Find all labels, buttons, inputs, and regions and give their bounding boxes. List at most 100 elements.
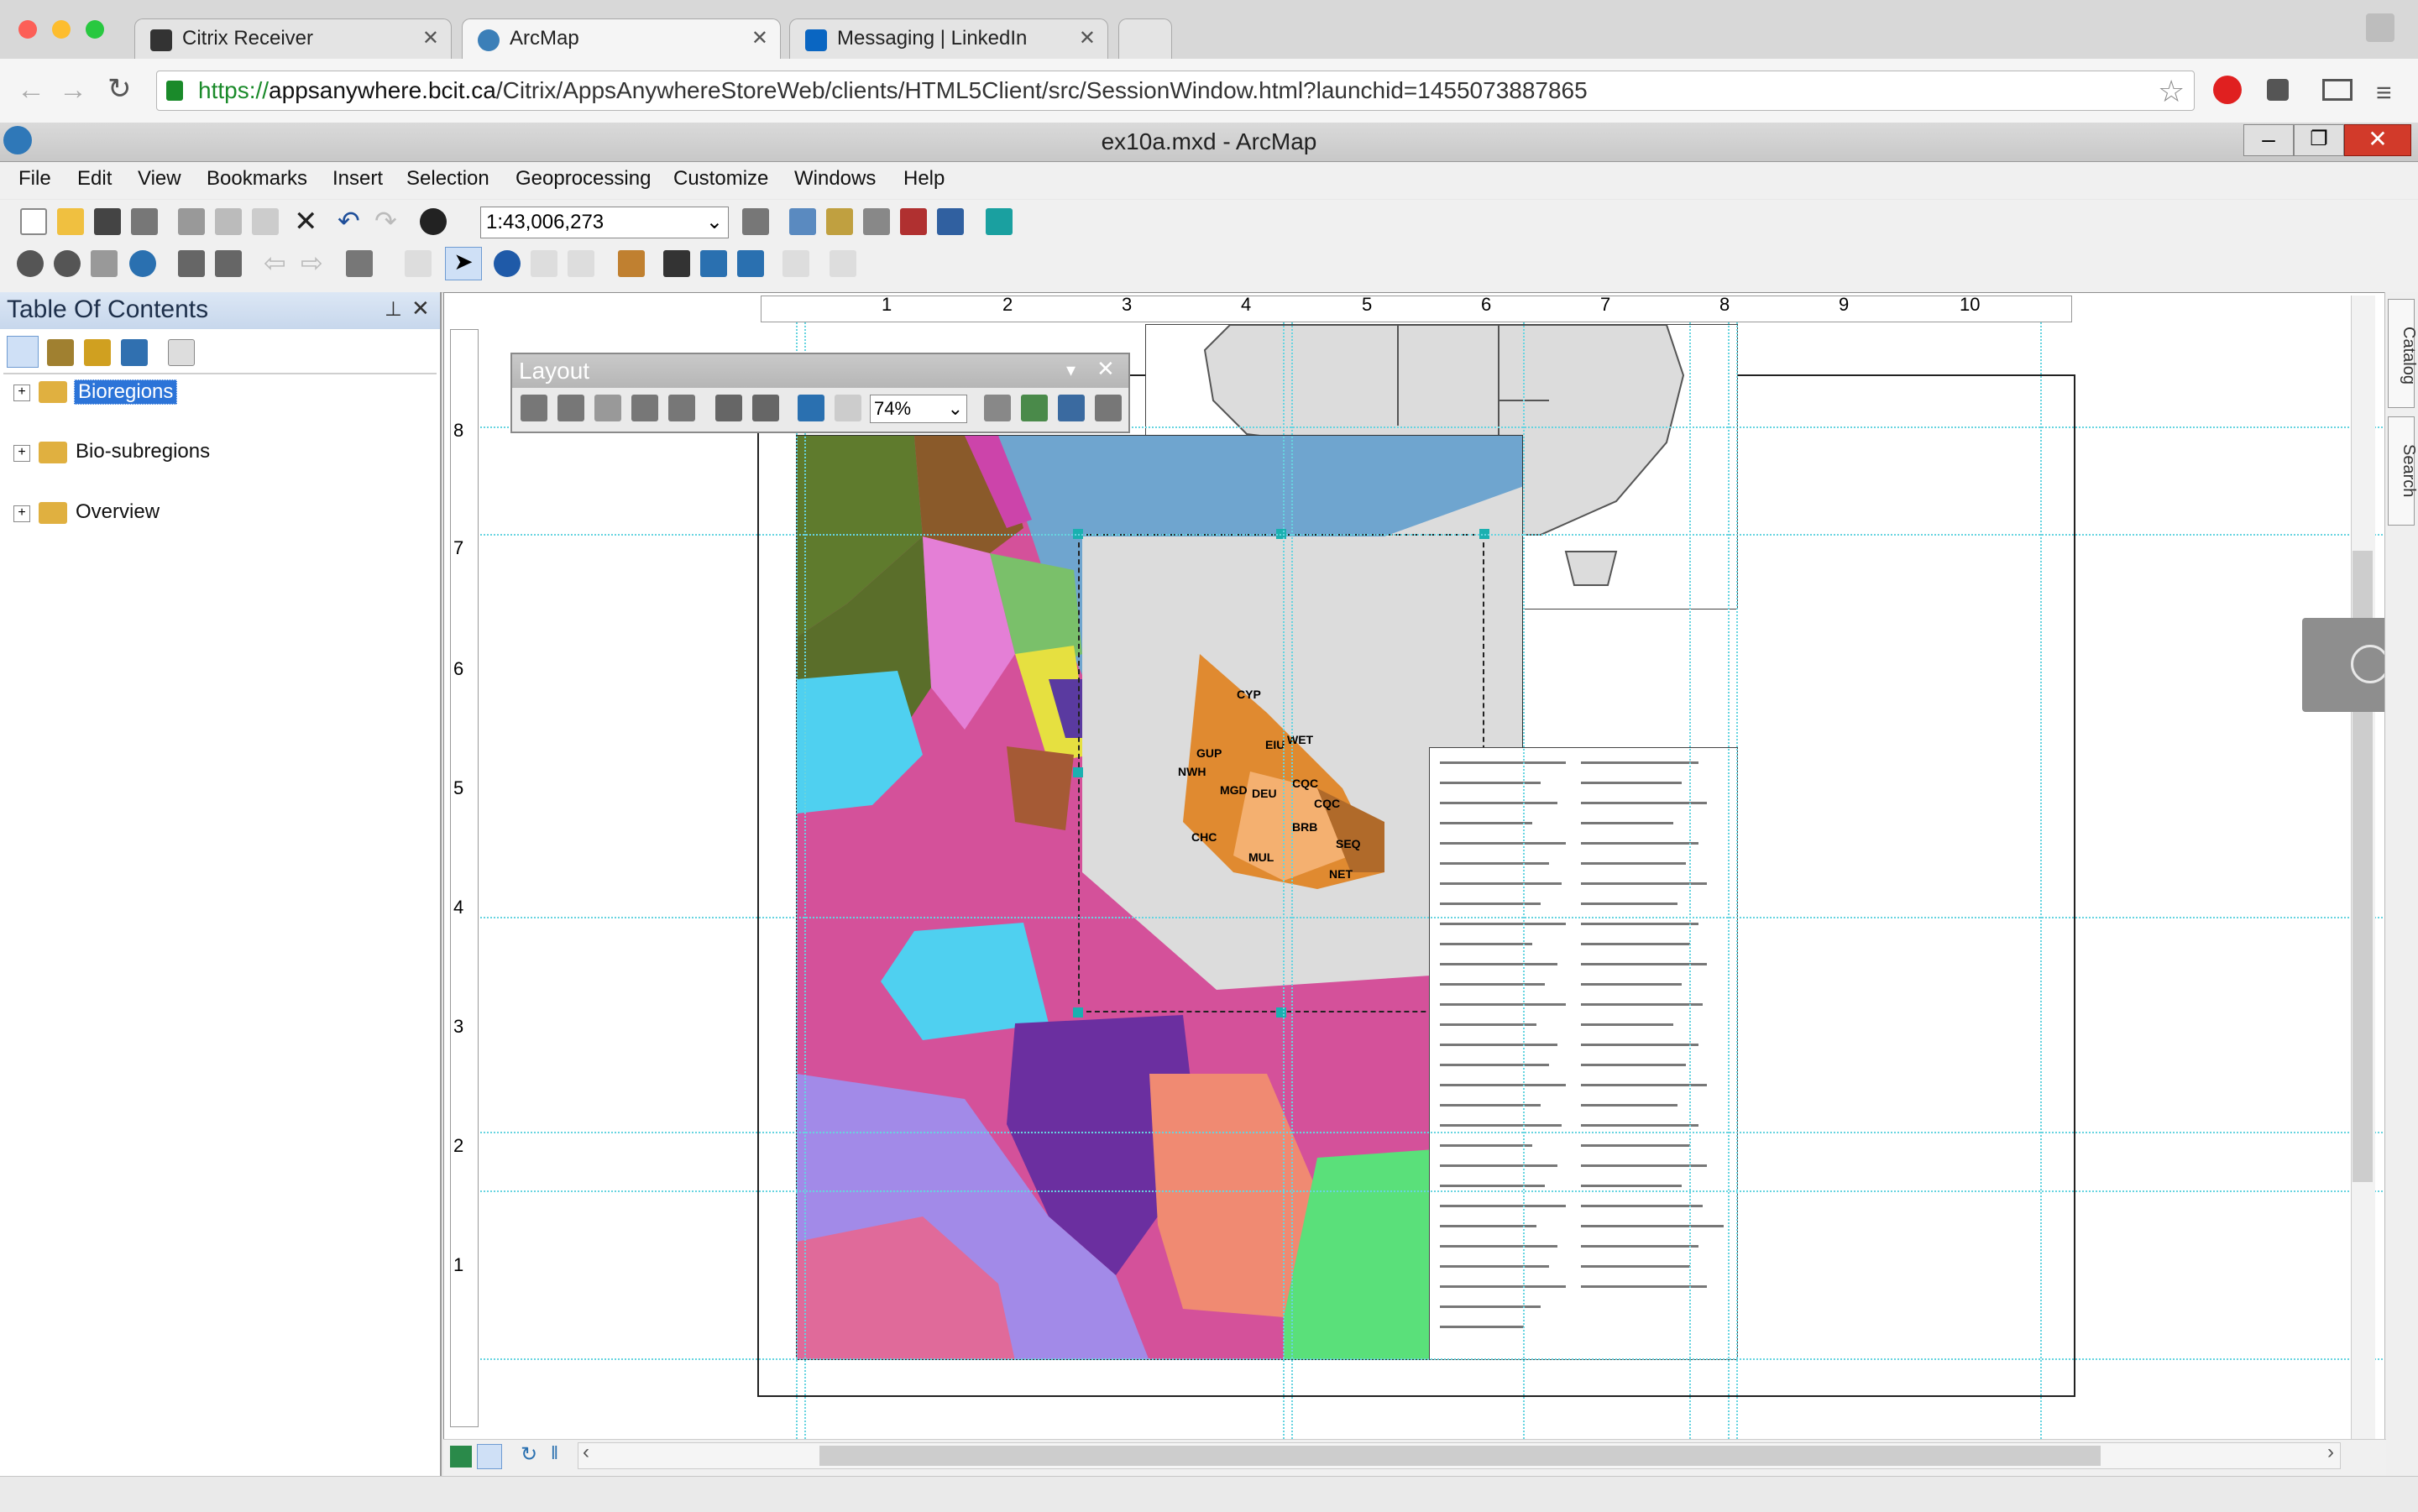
python-window-icon[interactable] xyxy=(937,208,964,235)
minimize-window-button[interactable] xyxy=(52,20,71,39)
list-by-source-icon[interactable] xyxy=(47,339,74,366)
layout-toolbar-titlebar[interactable] xyxy=(512,354,1128,388)
zoom-whole-page-icon[interactable] xyxy=(631,395,658,421)
copy-icon[interactable] xyxy=(215,208,242,235)
clear-selection-icon[interactable] xyxy=(405,250,432,277)
close-icon[interactable]: ✕ xyxy=(1096,356,1115,382)
selected-element-frame[interactable] xyxy=(1078,534,1484,1012)
options-icon[interactable] xyxy=(168,339,195,366)
menu-customize[interactable]: Customize xyxy=(673,167,768,191)
layout-fixed-zoom-out-icon[interactable] xyxy=(752,395,779,421)
change-layout-icon[interactable] xyxy=(1058,395,1085,421)
legend[interactable] xyxy=(1429,747,1738,1360)
redo-icon[interactable]: ↷ xyxy=(374,205,397,237)
toggle-draft-mode-icon[interactable] xyxy=(984,395,1011,421)
selection-handle[interactable] xyxy=(1073,767,1083,777)
tab-arcmap[interactable]: ArcMap ✕ xyxy=(462,18,781,59)
previous-extent-icon[interactable]: ⇦ xyxy=(264,247,286,279)
menu-bookmarks[interactable]: Bookmarks xyxy=(207,167,307,191)
menu-icon[interactable]: ≡ xyxy=(2376,77,2392,108)
list-by-selection-icon[interactable] xyxy=(121,339,148,366)
back-icon[interactable]: ← xyxy=(17,74,45,107)
zoom-100-percent-icon[interactable] xyxy=(668,395,695,421)
layout-zoom-in-icon[interactable] xyxy=(521,395,547,421)
layout-zoom-select[interactable]: 74% ⌄ xyxy=(870,395,967,423)
close-tab-icon[interactable]: ✕ xyxy=(422,19,439,58)
add-data-icon[interactable] xyxy=(420,208,447,235)
layout-fixed-zoom-in-icon[interactable] xyxy=(715,395,742,421)
scroll-right-icon[interactable]: › xyxy=(2327,1441,2334,1464)
create-viewer-icon[interactable] xyxy=(830,250,856,277)
cut-icon[interactable] xyxy=(178,208,205,235)
open-folder-icon[interactable] xyxy=(57,208,84,235)
list-by-visibility-icon[interactable] xyxy=(84,339,111,366)
select-elements-icon[interactable]: ➤ xyxy=(445,247,482,280)
menu-insert[interactable]: Insert xyxy=(332,167,383,191)
print-icon[interactable] xyxy=(131,208,158,235)
measure-icon[interactable] xyxy=(618,250,645,277)
pin-icon[interactable]: ⊥ xyxy=(385,297,402,322)
fixed-zoom-in-icon[interactable] xyxy=(178,250,205,277)
fixed-zoom-out-icon[interactable] xyxy=(215,250,242,277)
data-driven-pages-icon[interactable] xyxy=(1095,395,1122,421)
zoom-window-button[interactable] xyxy=(86,20,104,39)
scroll-left-icon[interactable]: ‹ xyxy=(583,1441,589,1464)
chevron-down-icon[interactable]: ▾ xyxy=(1066,359,1076,381)
horizontal-scrollbar-thumb[interactable] xyxy=(819,1446,2101,1466)
reload-icon[interactable]: ↻ xyxy=(107,72,132,106)
catalog-tab[interactable]: Catalog xyxy=(2388,299,2418,408)
zoom-in-icon[interactable] xyxy=(17,250,44,277)
selection-handle[interactable] xyxy=(1276,1007,1286,1018)
layer-overview[interactable]: Overview xyxy=(76,500,160,524)
pause-drawing-icon[interactable]: ǁ xyxy=(551,1442,558,1464)
menu-file[interactable]: File xyxy=(18,167,51,191)
selection-handle[interactable] xyxy=(1073,1007,1083,1018)
search-tab[interactable]: Search xyxy=(2388,416,2418,526)
zoom-out-icon[interactable] xyxy=(54,250,81,277)
expand-icon[interactable]: + xyxy=(13,385,30,401)
restore-button[interactable]: ❐ xyxy=(2294,124,2344,156)
layout-zoom-out-icon[interactable] xyxy=(557,395,584,421)
minimize-button[interactable]: – xyxy=(2243,124,2294,156)
forward-icon[interactable]: → xyxy=(59,74,87,107)
map-scale-select[interactable]: 1:43,006,273 ⌄ xyxy=(480,207,729,238)
find-route-icon[interactable] xyxy=(700,250,727,277)
layer-bio-subregions[interactable]: Bio-subregions xyxy=(76,440,210,463)
expand-icon[interactable]: + xyxy=(13,505,30,522)
menu-view[interactable]: View xyxy=(138,167,181,191)
menu-windows[interactable]: Windows xyxy=(794,167,876,191)
menu-selection[interactable]: Selection xyxy=(406,167,489,191)
tab-linkedin[interactable]: Messaging | LinkedIn ✕ xyxy=(789,18,1108,59)
new-document-icon[interactable] xyxy=(20,208,47,235)
close-button[interactable]: ✕ xyxy=(2344,124,2411,156)
paste-icon[interactable] xyxy=(252,208,279,235)
menu-geoprocessing[interactable]: Geoprocessing xyxy=(516,167,651,191)
layer-bioregions[interactable]: Bioregions xyxy=(74,379,178,405)
tab-citrix-receiver[interactable]: Citrix Receiver ✕ xyxy=(134,18,452,59)
pan-icon[interactable] xyxy=(91,250,118,277)
menu-edit[interactable]: Edit xyxy=(77,167,112,191)
profile-icon[interactable] xyxy=(2366,13,2394,42)
find-icon[interactable] xyxy=(663,250,690,277)
list-by-drawing-order-icon[interactable] xyxy=(7,336,39,368)
table-of-contents-icon[interactable] xyxy=(789,208,816,235)
layout-pan-icon[interactable] xyxy=(594,395,621,421)
next-extent-icon[interactable]: ⇨ xyxy=(301,247,323,279)
hyperlink-icon[interactable] xyxy=(531,250,557,277)
model-builder-icon[interactable] xyxy=(986,208,1013,235)
adblock-icon[interactable] xyxy=(2213,76,2242,104)
full-extent-icon[interactable] xyxy=(129,250,156,277)
close-tab-icon[interactable]: ✕ xyxy=(1079,19,1096,58)
data-view-icon[interactable] xyxy=(450,1446,472,1468)
close-panel-icon[interactable]: ✕ xyxy=(411,296,430,322)
close-window-button[interactable] xyxy=(18,20,37,39)
identify-icon[interactable] xyxy=(494,250,521,277)
arctoolbox-icon[interactable] xyxy=(900,208,927,235)
extension-icon[interactable] xyxy=(2267,79,2289,101)
select-features-icon[interactable] xyxy=(346,250,373,277)
save-icon[interactable] xyxy=(94,208,121,235)
close-tab-icon[interactable]: ✕ xyxy=(751,19,768,58)
delete-icon[interactable]: ✕ xyxy=(294,205,318,238)
time-slider-icon[interactable] xyxy=(782,250,809,277)
menu-help[interactable]: Help xyxy=(903,167,945,191)
